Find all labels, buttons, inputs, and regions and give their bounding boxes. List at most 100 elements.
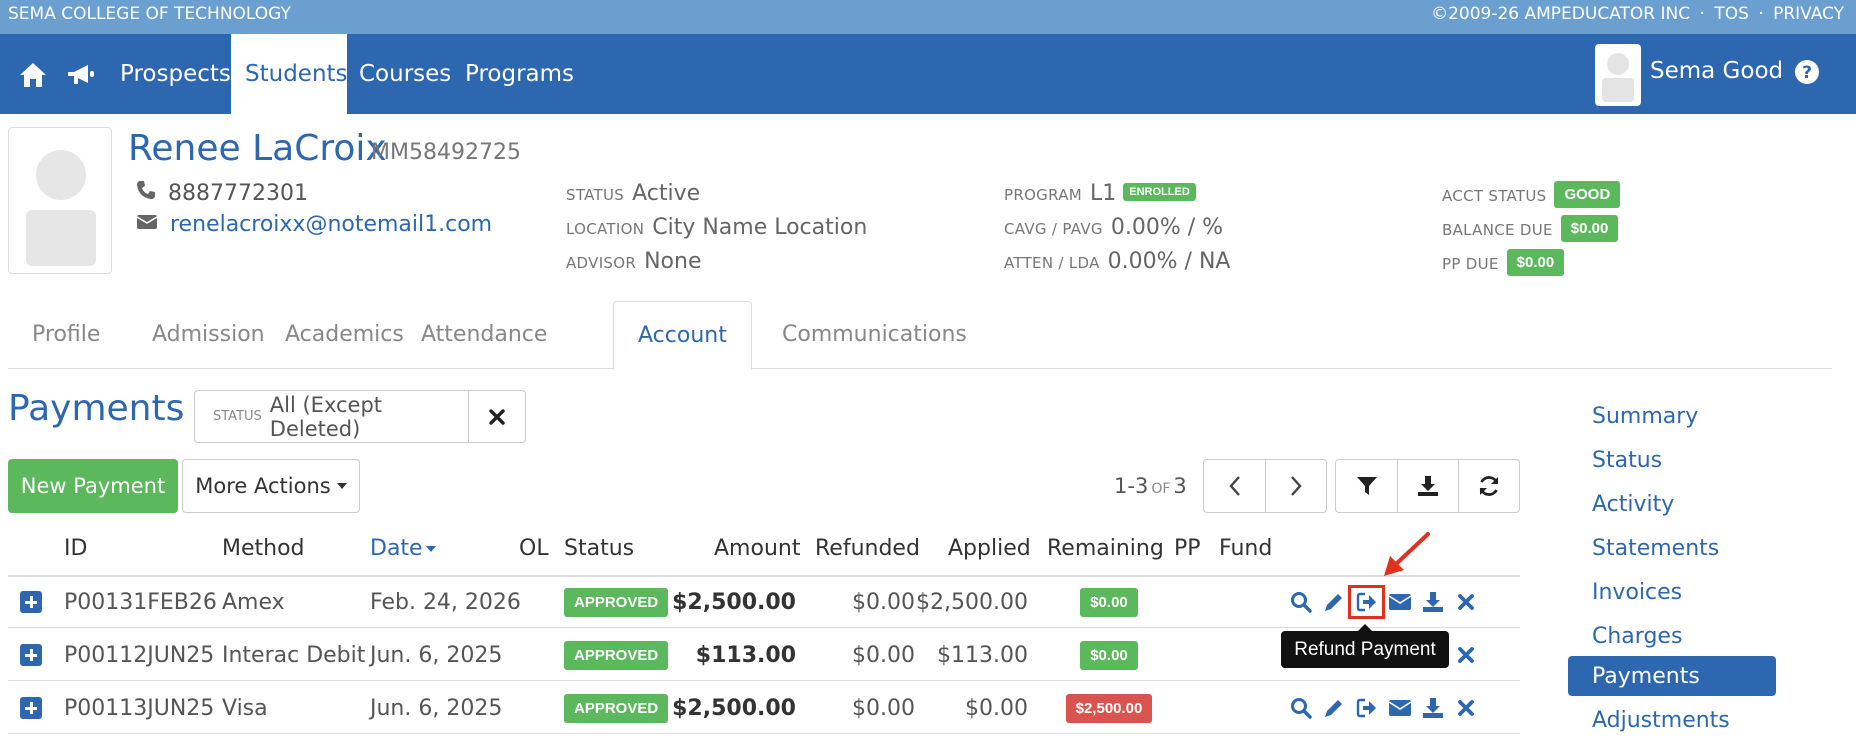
tab-account[interactable]: Account (613, 301, 752, 370)
column-header-id[interactable]: ID (64, 536, 87, 561)
chevron-right-icon (1291, 476, 1302, 496)
tooltip: Refund Payment (1281, 624, 1449, 668)
pp-due-badge: $0.00 (1506, 249, 1565, 276)
annotation-arrow-icon (1384, 532, 1430, 576)
column-header-method[interactable]: Method (222, 536, 305, 561)
payment-amount: $2,500.00 (672, 589, 796, 615)
payment-applied: $2,500.00 (916, 589, 1028, 615)
download-icon[interactable] (1416, 693, 1449, 723)
sidebar-item-charges[interactable]: Charges (1568, 616, 1776, 656)
expand-row-icon[interactable] (20, 591, 42, 613)
sidebar-item-invoices[interactable]: Invoices (1568, 572, 1776, 612)
column-header-remaining[interactable]: Remaining (1047, 536, 1164, 561)
status-filter[interactable]: STATUS All (Except Deleted) (194, 390, 469, 443)
expand-row-icon[interactable] (20, 697, 42, 719)
tos-link[interactable]: TOS (1714, 4, 1749, 24)
pencil-icon[interactable] (1317, 693, 1350, 723)
delete-icon[interactable] (1449, 587, 1482, 617)
balance-due-info: BALANCE DUE $0.00 (1442, 215, 1619, 242)
payment-date: Jun. 6, 2025 (370, 695, 503, 721)
home-icon[interactable] (18, 60, 48, 90)
nav-tab-prospects[interactable]: Prospects (106, 34, 245, 114)
download-icon[interactable] (1416, 587, 1449, 617)
prev-page-button[interactable] (1204, 460, 1265, 512)
export-button[interactable] (1397, 460, 1458, 512)
advisor-value: None (644, 249, 702, 274)
column-header-date[interactable]: Date (370, 536, 436, 561)
delete-icon[interactable] (1449, 640, 1482, 670)
column-header-date-label: Date (370, 536, 423, 561)
nav-tab-courses[interactable]: Courses (345, 34, 465, 114)
refresh-button[interactable] (1458, 460, 1519, 512)
balance-due-label: BALANCE DUE (1442, 220, 1553, 239)
location-value: City Name Location (652, 215, 868, 240)
tab-profile[interactable]: Profile (8, 301, 124, 369)
sidebar-item-status[interactable]: Status (1568, 440, 1776, 480)
email-link[interactable]: renelacroixx@notemail1.com (170, 212, 492, 237)
column-header-amount[interactable]: Amount (714, 536, 800, 561)
next-page-button[interactable] (1265, 460, 1326, 512)
more-actions-label: More Actions (195, 474, 331, 498)
refund-icon[interactable] (1348, 585, 1385, 619)
phone-number: 8887772301 (168, 180, 308, 206)
payment-id[interactable]: P00113JUN25 (64, 682, 214, 734)
payment-method: Visa (222, 695, 268, 721)
sidebar-item-payments[interactable]: Payments (1568, 656, 1776, 696)
tab-communications[interactable]: Communications (758, 301, 991, 369)
column-header-ol[interactable]: OL (519, 536, 549, 561)
column-header-applied[interactable]: Applied (948, 536, 1031, 561)
sidebar-item-adjustments[interactable]: Adjustments (1568, 700, 1776, 740)
pager-of: OF (1151, 481, 1171, 497)
refund-icon[interactable] (1350, 693, 1383, 723)
status-filter-value: All (Except Deleted) (269, 392, 383, 441)
search-icon[interactable] (1284, 693, 1317, 723)
filter-button[interactable] (1336, 460, 1397, 512)
status-value: Active (632, 181, 701, 206)
clear-filter-button[interactable] (468, 390, 526, 443)
program-value: L1 (1090, 181, 1117, 206)
payment-id[interactable]: P00112JUN25 (64, 629, 214, 681)
sidebar-item-summary[interactable]: Summary (1568, 396, 1776, 436)
main-navbar: Prospects Students Courses Programs Sema… (0, 34, 1856, 114)
privacy-link[interactable]: PRIVACY (1773, 4, 1844, 24)
column-header-refunded[interactable]: Refunded (815, 536, 920, 561)
nav-tab-students[interactable]: Students (231, 34, 348, 114)
tab-attendance[interactable]: Attendance (397, 301, 571, 369)
remaining-badge: $2,500.00 (1065, 693, 1153, 723)
delete-icon[interactable] (1449, 693, 1482, 723)
column-header-pp[interactable]: PP (1174, 536, 1201, 561)
more-actions-button[interactable]: More Actions (182, 459, 360, 513)
envelope-icon[interactable] (1383, 693, 1416, 723)
legal-links: ©2009-26 AMPEDUCATOR INC · TOS · PRIVACY (1427, 4, 1844, 24)
expand-row-icon[interactable] (20, 644, 42, 666)
user-name[interactable]: Sema Good (1650, 58, 1783, 84)
college-name: SEMA COLLEGE OF TECHNOLOGY (8, 4, 291, 24)
payment-refunded: $0.00 (852, 589, 915, 615)
acct-status-label: ACCT STATUS (1442, 186, 1547, 205)
program-info: PROGRAM L1 ENROLLED (1004, 181, 1196, 206)
column-header-fund[interactable]: Fund (1219, 536, 1272, 561)
search-icon[interactable] (1284, 587, 1317, 617)
row-actions (1284, 682, 1482, 734)
pencil-icon[interactable] (1317, 587, 1350, 617)
megaphone-icon[interactable] (66, 60, 96, 90)
new-payment-button[interactable]: New Payment (8, 459, 178, 513)
envelope-icon[interactable] (1383, 587, 1416, 617)
cavg-value: 0.00% / % (1110, 215, 1224, 240)
svg-text:?: ? (1802, 63, 1812, 83)
refresh-icon (1479, 476, 1499, 496)
payment-refunded: $0.00 (852, 642, 915, 668)
nav-tab-programs[interactable]: Programs (451, 34, 588, 114)
user-avatar[interactable] (1595, 44, 1641, 106)
column-header-status[interactable]: Status (564, 536, 634, 561)
payment-amount: $113.00 (695, 642, 796, 668)
payment-id[interactable]: P00131FEB26 (64, 576, 217, 628)
separator: · (1699, 4, 1705, 24)
status-label: STATUS (566, 186, 625, 204)
pp-due-info: PP DUE $0.00 (1442, 249, 1565, 276)
sidebar-item-statements[interactable]: Statements (1568, 528, 1776, 568)
sidebar-item-activity[interactable]: Activity (1568, 484, 1776, 524)
question-circle-icon[interactable]: ? (1794, 59, 1822, 87)
envelope-icon (136, 212, 170, 237)
pager-total: 3 (1173, 474, 1187, 498)
